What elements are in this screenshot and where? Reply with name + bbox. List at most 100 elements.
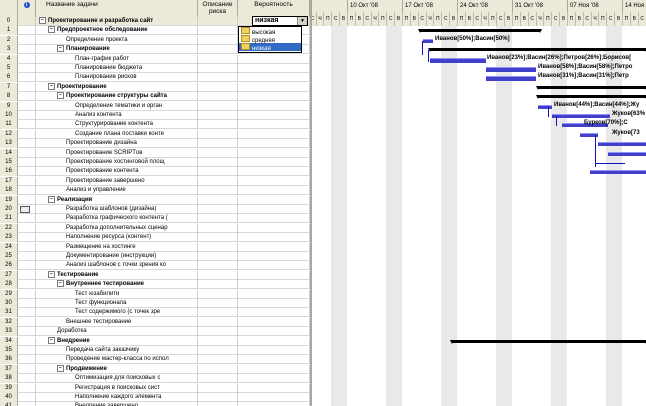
table-row[interactable]: 18 Анализ и управление <box>0 186 310 196</box>
table-row[interactable]: 17 Проектирование завершено <box>0 176 310 186</box>
task-name-cell[interactable]: − Продвижение <box>36 364 198 374</box>
table-row[interactable]: 41 Внедрение завершено <box>0 402 310 406</box>
risk-description-cell[interactable] <box>198 148 238 158</box>
task-name-cell[interactable]: Документирование (инструкции) <box>36 252 198 261</box>
probability-cell[interactable] <box>238 317 310 327</box>
risk-description-cell[interactable] <box>198 92 238 102</box>
probability-cell[interactable] <box>238 280 310 290</box>
task-name-cell[interactable]: Наполнение каждого элемента <box>36 393 198 402</box>
risk-description-cell[interactable] <box>198 176 238 186</box>
note-indicator-icon[interactable] <box>20 206 30 213</box>
task-name-cell[interactable]: Тест содержимого (с точек зре <box>36 308 198 318</box>
table-row[interactable]: 28 − Внутреннее тестирование <box>0 280 310 290</box>
probability-cell[interactable] <box>238 299 310 308</box>
probability-cell[interactable] <box>238 336 310 346</box>
table-row[interactable]: 20 Разработка шаблонов (дизайна) <box>0 205 310 214</box>
risk-description-cell[interactable] <box>198 289 238 299</box>
collapse-toggle-icon[interactable]: − <box>57 45 64 53</box>
table-row[interactable]: 31 Тест содержимого (с точек зре <box>0 308 310 318</box>
probability-option[interactable]: низкая <box>239 43 301 52</box>
row-number[interactable]: 24 <box>0 242 18 252</box>
table-row[interactable]: 19 − Реализация <box>0 195 310 205</box>
table-row[interactable]: 26 Анализ шаблонов с точки зрения ко <box>0 261 310 271</box>
task-bar[interactable] <box>486 76 536 82</box>
probability-cell[interactable] <box>238 64 310 73</box>
risk-description-cell[interactable] <box>198 261 238 271</box>
risk-description-cell[interactable] <box>198 26 238 36</box>
collapse-toggle-icon[interactable]: − <box>48 336 55 344</box>
probability-cell[interactable] <box>238 289 310 299</box>
summary-bar[interactable] <box>450 339 646 344</box>
risk-description-cell[interactable] <box>198 393 238 402</box>
probability-cell[interactable] <box>238 82 310 92</box>
risk-description-cell[interactable] <box>198 280 238 290</box>
task-name-cell[interactable]: Регистрация в поисковых сист <box>36 383 198 393</box>
row-number[interactable]: 36 <box>0 355 18 365</box>
row-number[interactable]: 37 <box>0 364 18 374</box>
row-number[interactable]: 32 <box>0 317 18 327</box>
probability-cell[interactable] <box>238 139 310 149</box>
task-name-cell[interactable]: Проектирование хостинговой площ <box>36 158 198 167</box>
table-row[interactable]: 38 Оптимизация для поисковых с <box>0 374 310 384</box>
task-name-cell[interactable]: Планирование рисков <box>36 73 198 83</box>
row-number[interactable]: 21 <box>0 214 18 224</box>
task-bar[interactable] <box>538 104 552 109</box>
task-name-cell[interactable]: Определение проекта <box>36 35 198 45</box>
task-name-cell[interactable]: Анализ контента <box>36 111 198 120</box>
table-row[interactable]: 25 Документирование (инструкции) <box>0 252 310 261</box>
table-row[interactable]: 22 Разработка дополнительных сценар <box>0 223 310 233</box>
row-number[interactable]: 9 <box>0 101 18 111</box>
task-name-cell[interactable]: − Проектирование структуры сайта <box>36 92 198 102</box>
row-number[interactable]: 16 <box>0 167 18 177</box>
task-bar[interactable] <box>608 151 646 156</box>
probability-cell[interactable] <box>238 129 310 139</box>
probability-cell[interactable] <box>238 176 310 186</box>
probability-cell[interactable] <box>238 346 310 355</box>
task-name-cell[interactable]: − Планирование <box>36 45 198 55</box>
risk-description-cell[interactable] <box>198 129 238 139</box>
row-number[interactable]: 33 <box>0 327 18 337</box>
task-name-cell[interactable]: Проектирование дизайна <box>36 139 198 149</box>
row-number[interactable]: 15 <box>0 158 18 167</box>
row-number[interactable]: 4 <box>0 54 18 64</box>
probability-option[interactable]: высокая <box>239 27 301 36</box>
task-bar[interactable] <box>598 142 646 147</box>
row-number[interactable]: 28 <box>0 280 18 290</box>
probability-cell[interactable] <box>238 355 310 365</box>
table-row[interactable]: 40 Наполнение каждого элемента <box>0 393 310 402</box>
row-number[interactable]: 27 <box>0 270 18 280</box>
collapse-toggle-icon[interactable]: − <box>48 270 55 278</box>
probability-cell[interactable] <box>238 383 310 393</box>
row-number[interactable]: 2 <box>0 35 18 45</box>
row-number[interactable]: 22 <box>0 223 18 233</box>
task-name-cell[interactable]: Наполнение ресурса (контент) <box>36 233 198 243</box>
table-row[interactable]: 23 Наполнение ресурса (контент) <box>0 233 310 243</box>
task-name-cell[interactable]: Планирование бюджета <box>36 64 198 73</box>
row-number[interactable]: 30 <box>0 299 18 308</box>
task-name-cell[interactable]: Доработка <box>36 327 198 337</box>
table-row[interactable]: 33 Доработка <box>0 327 310 337</box>
probability-cell[interactable] <box>238 374 310 384</box>
row-number[interactable]: 31 <box>0 308 18 318</box>
risk-description-cell[interactable] <box>198 214 238 224</box>
task-name-cell[interactable]: Разработка графического контента ( <box>36 214 198 224</box>
chevron-down-icon[interactable]: ▼ <box>297 17 307 25</box>
row-number[interactable]: 12 <box>0 129 18 139</box>
row-number[interactable]: 11 <box>0 120 18 130</box>
table-row[interactable]: 39 Регистрация в поисковых сист <box>0 383 310 393</box>
probability-cell[interactable] <box>238 205 310 214</box>
risk-description-cell[interactable] <box>198 346 238 355</box>
row-number[interactable]: 1 <box>0 26 18 36</box>
row-number[interactable]: 39 <box>0 383 18 393</box>
row-number[interactable]: 26 <box>0 261 18 271</box>
collapse-toggle-icon[interactable]: − <box>48 82 55 90</box>
collapse-toggle-icon[interactable]: − <box>57 280 64 288</box>
probability-options-list[interactable]: высокая средняя низкая <box>238 26 302 53</box>
table-row[interactable]: 30 Тест функционала <box>0 299 310 308</box>
table-row[interactable]: 15 Проектирование хостинговой площ <box>0 158 310 167</box>
task-name-cell[interactable]: Внедрение завершено <box>36 402 198 406</box>
risk-description-cell[interactable] <box>198 111 238 120</box>
row-number[interactable]: 23 <box>0 233 18 243</box>
risk-description-cell[interactable] <box>198 402 238 406</box>
risk-description-cell[interactable] <box>198 364 238 374</box>
